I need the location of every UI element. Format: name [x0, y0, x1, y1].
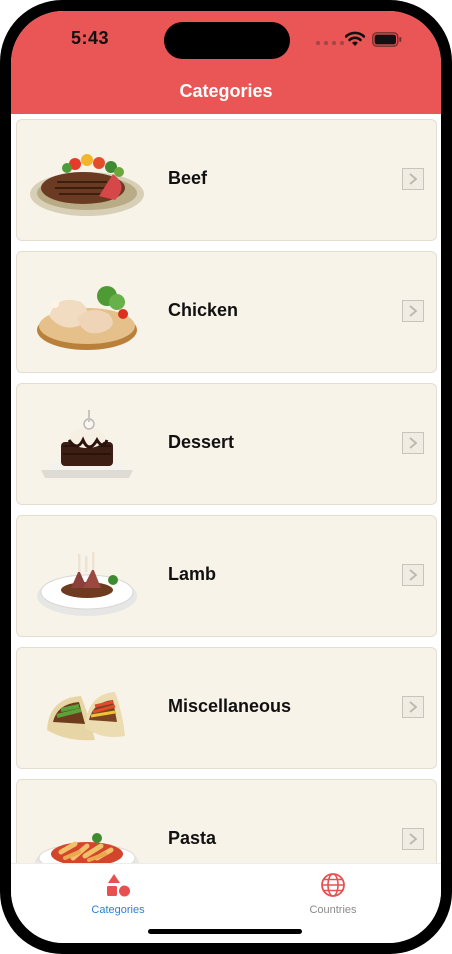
tab-categories[interactable]: Categories — [58, 872, 178, 916]
header-bar: 5:43 Categories — [11, 11, 441, 114]
chicken-image — [37, 286, 137, 350]
tab-label: Countries — [309, 904, 357, 916]
category-row-miscellaneous[interactable]: Miscellaneous — [16, 647, 437, 769]
category-row-chicken[interactable]: Chicken — [16, 251, 437, 373]
pasta-image — [35, 833, 139, 863]
category-row-beef[interactable]: Beef — [16, 119, 437, 241]
category-label: Beef — [168, 168, 208, 188]
status-time: 5:43 — [71, 28, 110, 48]
dessert-image — [41, 410, 133, 478]
app-screen: 5:43 Categories Beef Chicken Dessert Lam… — [11, 11, 441, 943]
page-title: Categories — [179, 81, 273, 101]
miscellaneous-image — [47, 692, 125, 741]
battery-icon — [372, 32, 402, 47]
phone-frame: 5:43 Categories Beef Chicken Dessert Lam… — [0, 0, 452, 954]
category-row-lamb[interactable]: Lamb — [16, 515, 437, 637]
globe-icon — [321, 873, 345, 897]
category-label: Pasta — [168, 828, 217, 848]
wifi-icon — [345, 31, 365, 46]
chevron-right-icon[interactable] — [402, 168, 424, 190]
lamb-image — [37, 552, 137, 616]
chevron-right-icon[interactable] — [402, 696, 424, 718]
home-indicator[interactable] — [148, 929, 302, 934]
tab-countries[interactable]: Countries — [273, 872, 393, 916]
signal-icon — [316, 41, 344, 45]
category-label: Chicken — [168, 300, 239, 320]
category-row-pasta[interactable]: Pasta — [16, 779, 437, 863]
chevron-right-icon[interactable] — [402, 432, 424, 454]
beef-image — [30, 154, 144, 216]
chevron-right-icon[interactable] — [402, 564, 424, 586]
category-label: Dessert — [168, 432, 235, 452]
category-label: Lamb — [168, 564, 217, 584]
tab-label: Categories — [91, 904, 145, 916]
category-label: Miscellaneous — [168, 696, 292, 716]
category-row-dessert[interactable]: Dessert — [16, 383, 437, 505]
shapes-icon — [107, 874, 130, 897]
category-list[interactable]: Beef Chicken Dessert Lamb Miscellaneous … — [11, 114, 441, 863]
dynamic-island — [164, 22, 290, 59]
chevron-right-icon[interactable] — [402, 300, 424, 322]
chevron-right-icon[interactable] — [402, 828, 424, 850]
